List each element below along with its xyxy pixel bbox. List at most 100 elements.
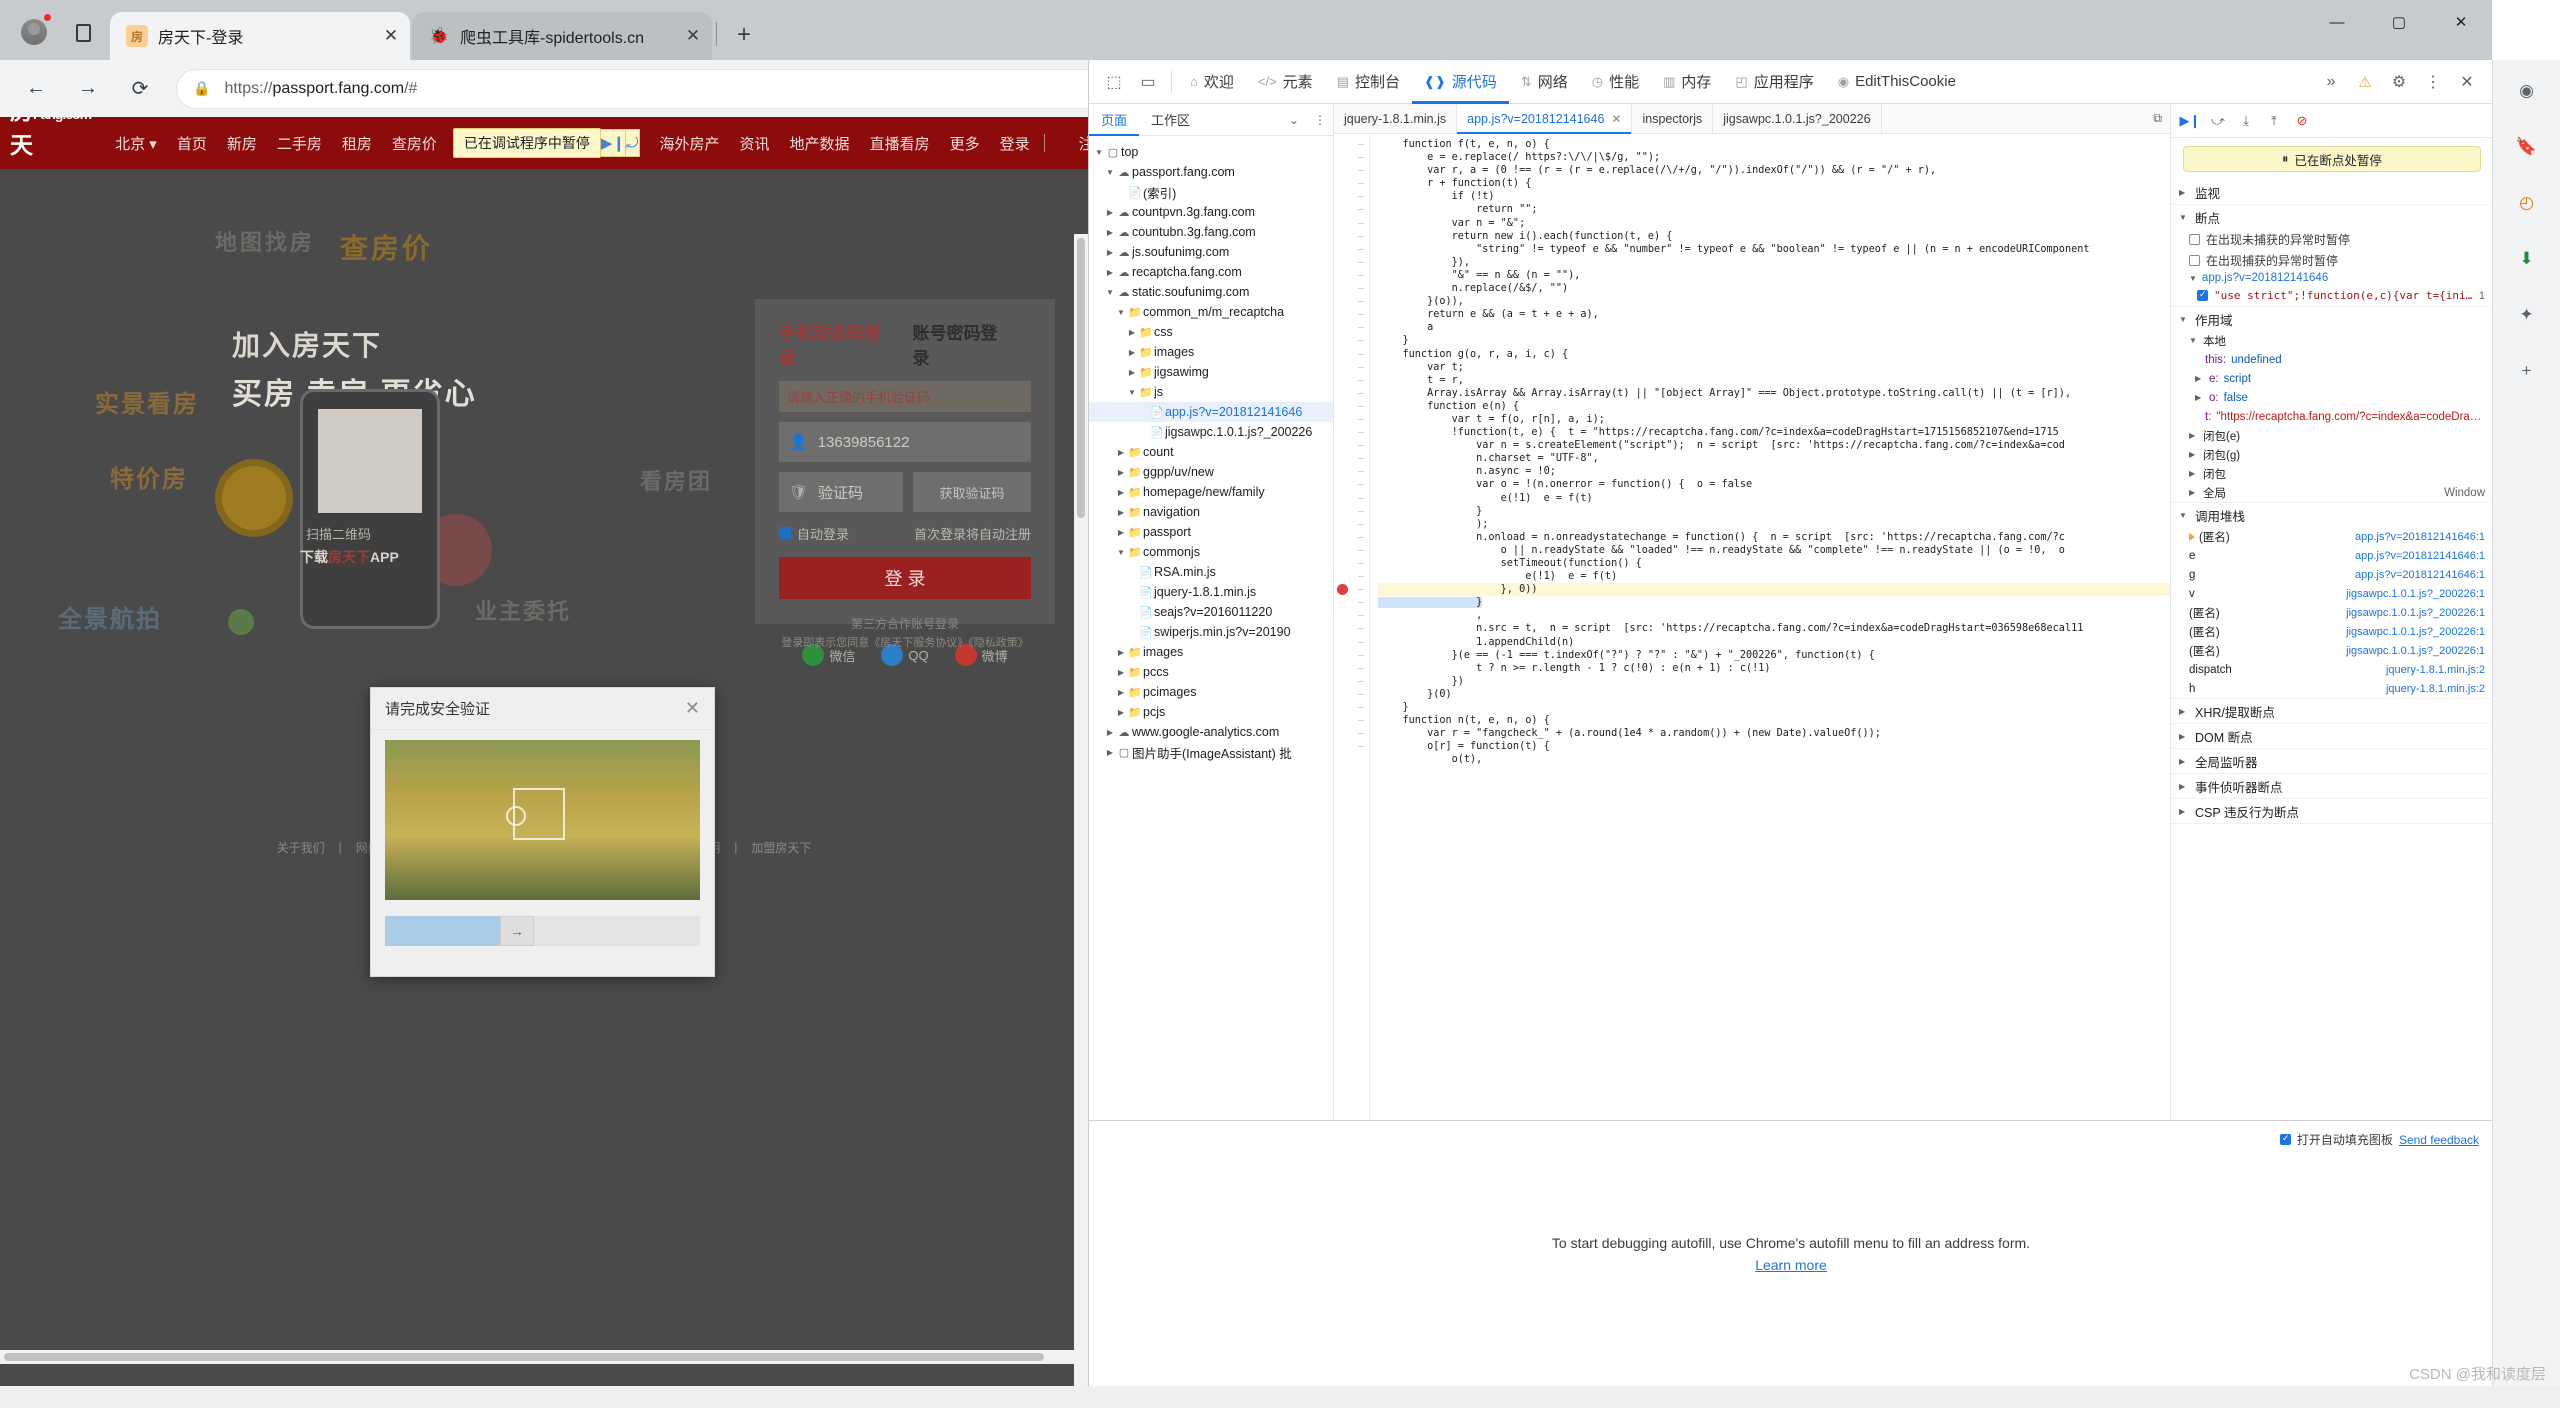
- nav-item-more[interactable]: 更多: [950, 133, 980, 154]
- source-tab-close-icon[interactable]: ✕: [1611, 112, 1621, 126]
- tab-editthiscookie[interactable]: ◉ EditThisCookie: [1826, 60, 1968, 104]
- code-line[interactable]: a: [1378, 321, 2170, 334]
- tab-close-icon[interactable]: ✕: [378, 23, 404, 49]
- chevron-down-icon[interactable]: ⌄: [1281, 113, 1307, 127]
- chevron-right-icon[interactable]: ▶: [1126, 328, 1138, 337]
- chevron-right-icon[interactable]: ▶: [1115, 708, 1127, 717]
- line-number[interactable]: –: [1334, 203, 1364, 216]
- scope-closure-e[interactable]: ▶ 闭包(e): [2171, 426, 2493, 445]
- line-number[interactable]: –: [1334, 190, 1364, 203]
- file-tree-node[interactable]: ▶ 📁 css: [1089, 322, 1333, 342]
- callstack-source-link[interactable]: app.js?v=201812141646:1: [2355, 569, 2485, 581]
- checkbox-icon[interactable]: [2197, 289, 2208, 301]
- file-tree-node[interactable]: ▼ ☁ static.soufunimg.com: [1089, 282, 1333, 302]
- code-line[interactable]: var n = s.createElement("script"); n = s…: [1378, 439, 2170, 452]
- code-line[interactable]: 1.appendChild(n): [1378, 636, 2170, 649]
- code-line[interactable]: var t;: [1378, 361, 2170, 374]
- inspect-element-icon[interactable]: ⬚: [1097, 67, 1131, 97]
- line-number[interactable]: –: [1334, 622, 1364, 635]
- code-line[interactable]: Array.isArray && Array.isArray(t) || "[o…: [1378, 387, 2170, 400]
- code-line[interactable]: var n = "&";: [1378, 217, 2170, 230]
- callstack-source-link[interactable]: app.js?v=201812141646:1: [2355, 550, 2485, 562]
- step-out-button[interactable]: ⤒: [2261, 108, 2287, 134]
- scope-row-t[interactable]: t: "https://recaptcha.fang.com/?c=index&…: [2171, 407, 2493, 426]
- code-line[interactable]: }: [1378, 596, 2170, 609]
- deactivate-breakpoints-button[interactable]: ⊘: [2289, 108, 2315, 134]
- chevron-right-icon[interactable]: ▶: [1104, 248, 1116, 257]
- code-line[interactable]: "&" == n && (n = ""),: [1378, 269, 2170, 282]
- line-number[interactable]: –: [1334, 256, 1364, 269]
- line-number[interactable]: –: [1334, 151, 1364, 164]
- side-panel-profile-icon[interactable]: ◉: [2510, 74, 2544, 108]
- code-line[interactable]: t ? n >= r.length - 1 ? c(!0) : e(n + 1)…: [1378, 662, 2170, 675]
- code-line[interactable]: }(e == (-1 === t.indexOf("?") ? "?" : "&…: [1378, 649, 2170, 662]
- file-tree-node[interactable]: 📄 seajs?v=2016011220: [1089, 602, 1333, 622]
- file-tree-node[interactable]: 📄 jquery-1.8.1.min.js: [1089, 582, 1333, 602]
- line-number[interactable]: –: [1334, 217, 1364, 230]
- line-number[interactable]: –: [1334, 243, 1364, 256]
- checkbox-icon[interactable]: [2189, 234, 2200, 245]
- code-line[interactable]: o[r] = function(t) {: [1378, 740, 2170, 753]
- tab-sms-login[interactable]: 手机动态码登录: [779, 319, 885, 369]
- devtools-close-icon[interactable]: ✕: [2450, 67, 2484, 97]
- line-number[interactable]: –: [1334, 230, 1364, 243]
- chevron-down-icon[interactable]: ▼: [1104, 168, 1116, 177]
- chevron-right-icon[interactable]: ▶: [1115, 648, 1127, 657]
- resume-button[interactable]: ▶❙: [2177, 108, 2203, 134]
- chevron-right-icon[interactable]: ▶: [1126, 368, 1138, 377]
- chevron-down-icon[interactable]: ▼: [1115, 308, 1127, 317]
- line-number[interactable]: –: [1334, 334, 1364, 347]
- code-line[interactable]: n.src = t, n = script [src: 'https://rec…: [1378, 622, 2170, 635]
- global-listeners-header[interactable]: ▶ 全局监听器: [2171, 749, 2493, 773]
- code-line[interactable]: o || n.readyState && "loaded" !== n.read…: [1378, 544, 2170, 557]
- code-line[interactable]: n.charset = "UTF-8",: [1378, 452, 2170, 465]
- tab-performance[interactable]: ◷ 性能: [1580, 60, 1651, 104]
- file-tree-node[interactable]: ▼ 📁 js: [1089, 382, 1333, 402]
- login-link[interactable]: 登录: [1000, 133, 1030, 154]
- callstack-source-link[interactable]: jigsawpc.1.0.1.js?_200226:1: [2346, 607, 2485, 619]
- nav-item-secondhand[interactable]: 二手房: [277, 133, 322, 154]
- source-tab-jigsawpc[interactable]: jigsawpc.1.0.1.js?_200226: [1713, 104, 1882, 134]
- chevron-right-icon[interactable]: ▶: [1126, 348, 1138, 357]
- side-panel-add-icon[interactable]: +: [2510, 354, 2544, 388]
- footer-link-franchise[interactable]: 加盟房天下: [751, 839, 811, 856]
- chevron-right-icon[interactable]: ▶: [1115, 468, 1127, 477]
- callstack-row[interactable]: (匿名) jigsawpc.1.0.1.js?_200226:1: [2171, 641, 2493, 660]
- file-tree-node[interactable]: ▶ 📁 navigation: [1089, 502, 1333, 522]
- code-line[interactable]: if (!t): [1378, 190, 2170, 203]
- line-number[interactable]: –: [1334, 361, 1364, 374]
- code-line[interactable]: var o = !(n.onerror = function() { o = f…: [1378, 478, 2170, 491]
- code-line[interactable]: var r, a = (0 !== (r = (r = e.replace(/\…: [1378, 164, 2170, 177]
- callstack-row[interactable]: g app.js?v=201812141646:1: [2171, 565, 2493, 584]
- callstack-row[interactable]: (匿名) jigsawpc.1.0.1.js?_200226:1: [2171, 622, 2493, 641]
- line-number[interactable]: –: [1334, 177, 1364, 190]
- code-line[interactable]: setTimeout(function() {: [1378, 557, 2170, 570]
- checkbox-icon[interactable]: [2189, 255, 2200, 266]
- source-tabs-more-icon[interactable]: ⧉: [2145, 111, 2170, 126]
- line-number[interactable]: –: [1334, 400, 1364, 413]
- chevron-right-icon[interactable]: ▶: [1104, 228, 1116, 237]
- tab-elements[interactable]: </> 元素: [1246, 60, 1325, 104]
- forward-button[interactable]: →: [66, 67, 110, 111]
- navigator-tab-page[interactable]: 页面: [1089, 104, 1139, 136]
- callstack-source-link[interactable]: jigsawpc.1.0.1.js?_200226:1: [2346, 645, 2485, 657]
- code-line[interactable]: }): [1378, 675, 2170, 688]
- side-panel-gemini-icon[interactable]: ✦: [2510, 298, 2544, 332]
- chevron-down-icon[interactable]: ▼: [1104, 288, 1116, 297]
- chevron-right-icon[interactable]: ▶: [1115, 508, 1127, 517]
- callstack-row[interactable]: e app.js?v=201812141646:1: [2171, 546, 2493, 565]
- page-vertical-scrollbar[interactable]: [1074, 234, 1088, 1386]
- file-tree-node[interactable]: ▶ 📁 ggpp/uv/new: [1089, 462, 1333, 482]
- line-number[interactable]: –: [1334, 675, 1364, 688]
- scope-row-e[interactable]: ▶ e: script: [2171, 369, 2493, 388]
- line-number[interactable]: –: [1334, 518, 1364, 531]
- code-line[interactable]: !function(t, e) { t = "https://recaptcha…: [1378, 426, 2170, 439]
- code-line[interactable]: function g(o, r, a, i, c) {: [1378, 348, 2170, 361]
- chevron-right-icon[interactable]: ▶: [1104, 728, 1116, 737]
- chevron-down-icon[interactable]: ▼: [1093, 148, 1105, 157]
- line-number[interactable]: –: [1334, 727, 1364, 740]
- file-tree-node[interactable]: ▶ 📁 pcimages: [1089, 682, 1333, 702]
- tab-network[interactable]: ⇅ 网络: [1509, 60, 1580, 104]
- code-line[interactable]: e = e.replace(/ https?:\/\/|\$/g, "");: [1378, 151, 2170, 164]
- line-number[interactable]: –: [1334, 465, 1364, 478]
